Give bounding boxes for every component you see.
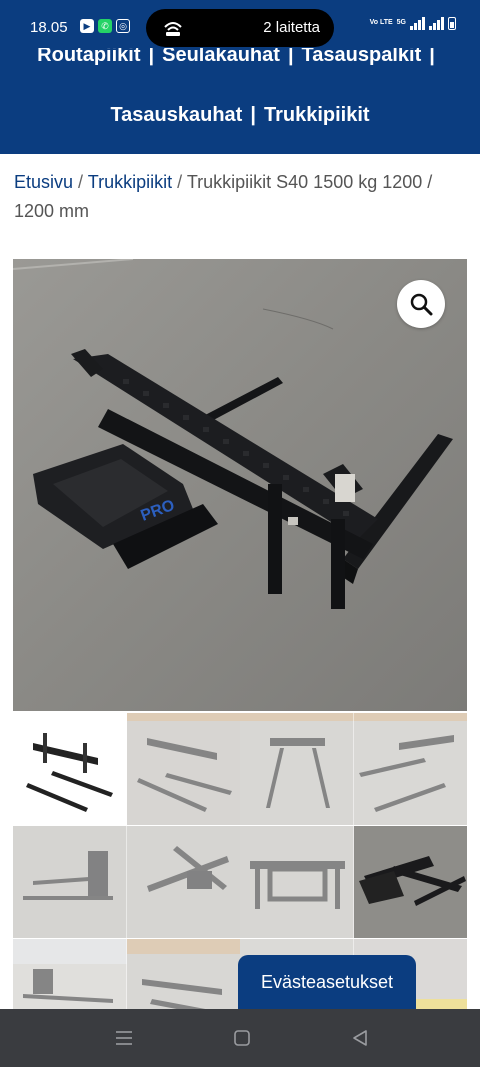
nav-separator: |: [250, 104, 256, 126]
magnifier-icon: [410, 293, 433, 316]
nav-row-1: Routapiikit | Seulakauhat | Tasauspalkit |: [0, 48, 480, 67]
nav-link-tasauskauhat[interactable]: Tasauskauhat: [110, 104, 242, 126]
network-type-label: 5G: [396, 19, 406, 26]
status-time: 18.05: [30, 19, 68, 36]
thumbnail[interactable]: [126, 713, 240, 825]
instagram-icon: ◎: [116, 19, 130, 33]
thumbnail[interactable]: [13, 713, 127, 825]
nav-link-seulakauhat[interactable]: Seulakauhat: [162, 48, 280, 66]
thumbnail[interactable]: [240, 713, 354, 825]
recent-apps-icon[interactable]: [114, 1028, 134, 1048]
hotspot-icon: [164, 22, 182, 36]
home-icon[interactable]: [232, 1028, 252, 1048]
breadcrumb-category-link[interactable]: Trukkipiikit: [88, 172, 172, 192]
signal-icon: [410, 16, 425, 30]
breadcrumb-home-link[interactable]: Etusivu: [14, 172, 73, 192]
battery-icon: [448, 16, 456, 30]
breadcrumb: Etusivu / Trukkipiikit / Trukkipiikit S4…: [14, 168, 474, 226]
nav-link-trukkipiikit[interactable]: Trukkipiikit: [264, 104, 370, 126]
thumbnail[interactable]: [126, 939, 240, 1009]
whatsapp-icon: ✆: [98, 19, 112, 33]
system-nav-bar: [0, 1009, 480, 1067]
youtube-icon: ▶: [80, 19, 94, 33]
nav-row-2: Tasauskauhat | Trukkipiikit: [0, 104, 480, 127]
category-nav: Routapiikit | Seulakauhat | Tasauspalkit | Ta…: [0, 48, 480, 154]
thumbnail[interactable]: [240, 826, 354, 938]
thumbnail-selected[interactable]: [353, 826, 467, 938]
signal-icon-2: [429, 16, 444, 30]
breadcrumb-separator: /: [78, 172, 84, 192]
notification-icons: ▶ ✆ ◎: [80, 19, 130, 33]
thumbnail[interactable]: [126, 826, 240, 938]
nav-separator: |: [148, 48, 155, 66]
nav-link-tasauspalkit[interactable]: Tasauspalkit: [302, 48, 422, 66]
thumbnail[interactable]: [13, 939, 127, 1009]
status-indicators: Vo LTE 5G: [370, 16, 456, 30]
product-main-image[interactable]: PRO: [13, 259, 467, 711]
connected-devices-label: 2 laitetta: [263, 19, 320, 36]
cookie-settings-button[interactable]: Evästeasetukset: [238, 955, 416, 1009]
zoom-button[interactable]: [397, 280, 445, 328]
nav-separator: |: [287, 48, 294, 66]
thumbnail[interactable]: [353, 713, 467, 825]
breadcrumb-current: Trukkipiikit S40 1500 kg 1200 / 1200 mm: [14, 172, 433, 221]
thumbnail[interactable]: [13, 826, 127, 938]
dynamic-island[interactable]: 2 laitetta: [146, 9, 334, 47]
status-bar: 18.05 ▶ ✆ ◎ 2 laitetta Vo LTE 5G: [0, 0, 480, 48]
back-icon[interactable]: [350, 1028, 370, 1048]
volte-label: Vo LTE: [369, 19, 393, 26]
breadcrumb-separator: /: [177, 172, 183, 192]
nav-separator: |: [429, 48, 435, 66]
nav-link-routapiikit[interactable]: Routapiikit: [37, 48, 140, 66]
